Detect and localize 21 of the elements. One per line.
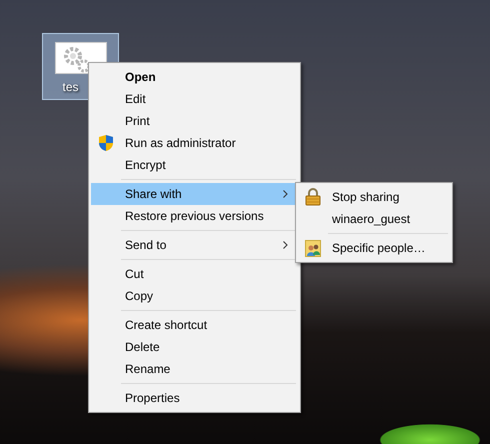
menu-item[interactable]: Encrypt <box>91 154 298 176</box>
chevron-right-icon <box>283 241 288 249</box>
shield-icon <box>98 134 114 152</box>
menu-item[interactable]: Specific people… <box>298 237 450 259</box>
menu-item[interactable]: winaero_guest <box>298 208 450 230</box>
menu-item[interactable]: Delete <box>91 336 298 358</box>
menu-item[interactable]: Send to <box>91 234 298 256</box>
menu-item[interactable]: Restore previous versions <box>91 205 298 227</box>
chevron-right-icon <box>283 190 288 198</box>
menu-item[interactable]: Properties <box>91 387 298 409</box>
menu-item[interactable]: Cut <box>91 263 298 285</box>
menu-item[interactable]: Run as administrator <box>91 132 298 154</box>
menu-item[interactable]: Print <box>91 110 298 132</box>
menu-item[interactable]: Share with <box>91 183 298 205</box>
menu-item[interactable]: Copy <box>91 285 298 307</box>
menu-item[interactable]: Stop sharing <box>298 186 450 208</box>
people-icon <box>305 239 321 257</box>
menu-item[interactable]: Rename <box>91 358 298 380</box>
padlock-icon <box>305 188 321 206</box>
menu-item[interactable]: Create shortcut <box>91 314 298 336</box>
file-name: tes <box>62 80 78 94</box>
